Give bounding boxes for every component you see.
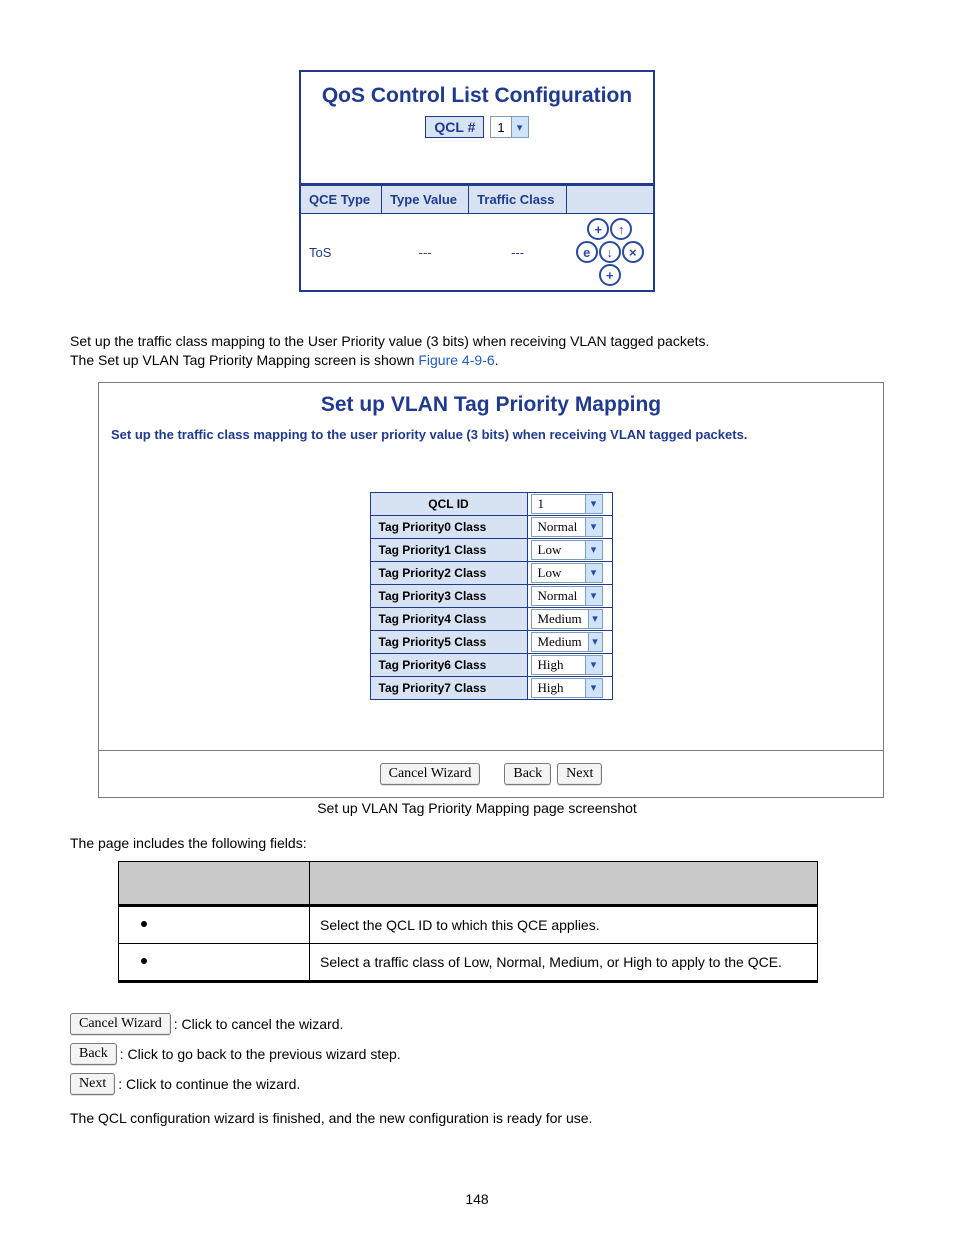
tag-priority5-label: Tag Priority5 Class	[370, 630, 527, 653]
field-description: Select the QCL ID to which this QCE appl…	[310, 905, 818, 943]
cell-traffic-class: ---	[469, 214, 567, 291]
move-up-icon[interactable]	[610, 218, 632, 240]
chevron-down-icon: ▾	[585, 564, 602, 582]
vlan-priority-panel: Set up VLAN Tag Priority Mapping Set up …	[98, 382, 884, 798]
qcl-number-value: 1	[491, 120, 510, 135]
priority-table: QCL ID 1 ▾ Tag Priority0 ClassNormal▾ Ta…	[370, 492, 613, 700]
col-traffic-class: Traffic Class	[469, 186, 567, 214]
back-desc: : Click to go back to the previous wizar…	[120, 1046, 401, 1062]
tag-priority3-label: Tag Priority3 Class	[370, 584, 527, 607]
next-button[interactable]: Next	[70, 1073, 115, 1095]
qcl-id-select[interactable]: 1 ▾	[531, 494, 603, 514]
add-above-icon[interactable]	[587, 218, 609, 240]
back-button[interactable]: Back	[504, 763, 551, 785]
tag-priority2-label: Tag Priority2 Class	[370, 561, 527, 584]
tag-priority4-label: Tag Priority4 Class	[370, 607, 527, 630]
tag-priority6-select[interactable]: High ▾	[531, 655, 603, 675]
tag-priority4-select[interactable]: Medium▾	[531, 609, 603, 629]
cell-qce-type: ToS	[301, 214, 382, 291]
vlan-caption: Set up VLAN Tag Priority Mapping page sc…	[70, 800, 884, 816]
fields-intro: The page includes the following fields:	[70, 834, 884, 853]
tag-priority6-label: Tag Priority6 Class	[370, 653, 527, 676]
col-type-value: Type Value	[382, 186, 469, 214]
tag-priority2-select[interactable]: Low ▾	[531, 563, 603, 583]
vlan-title: Set up VLAN Tag Priority Mapping	[111, 393, 871, 417]
qcl-number-select[interactable]: 1 ▾	[490, 116, 528, 138]
tag-priority0-select[interactable]: Normal▾	[531, 517, 603, 537]
intro-line2b: .	[495, 352, 499, 368]
col-qce-type: QCE Type	[301, 186, 382, 214]
next-button[interactable]: Next	[557, 763, 602, 785]
tag-priority5-value: Medium	[532, 634, 588, 650]
intro-line1: Set up the traffic class mapping to the …	[70, 332, 884, 351]
field-description: Select a traffic class of Low, Normal, M…	[310, 943, 818, 981]
edit-icon[interactable]	[576, 241, 598, 263]
qcl-id-label: QCL ID	[370, 492, 527, 515]
tag-priority7-select[interactable]: High ▾	[531, 678, 603, 698]
chevron-down-icon: ▾	[588, 610, 602, 628]
closing-text: The QCL configuration wizard is finished…	[70, 1109, 884, 1128]
field-object	[119, 905, 310, 943]
chevron-down-icon: ▾	[585, 587, 602, 605]
chevron-down-icon: ▾	[511, 117, 528, 137]
chevron-down-icon: ▾	[585, 679, 602, 697]
cancel-wizard-button[interactable]: Cancel Wizard	[380, 763, 481, 785]
vlan-subtitle: Set up the traffic class mapping to the …	[111, 427, 871, 442]
figure-link[interactable]: Figure 4-9-6	[418, 352, 494, 368]
cancel-desc: : Click to cancel the wizard.	[174, 1016, 344, 1032]
chevron-down-icon: ▾	[588, 633, 602, 651]
tag-priority0-value: Normal	[532, 519, 584, 535]
tag-priority6-value: High	[532, 657, 570, 673]
tag-priority3-select[interactable]: Normal▾	[531, 586, 603, 606]
move-down-icon[interactable]	[599, 241, 621, 263]
qos-title: QoS Control List Configuration	[301, 72, 653, 116]
tag-priority1-value: Low	[532, 542, 568, 558]
next-desc: : Click to continue the wizard.	[118, 1076, 300, 1092]
tag-priority3-value: Normal	[532, 588, 584, 604]
add-below-icon[interactable]	[599, 264, 621, 286]
page-number: 148	[0, 1191, 954, 1207]
qce-table: QCE Type Type Value Traffic Class ToS --…	[301, 185, 653, 290]
intro-text: Set up the traffic class mapping to the …	[70, 332, 884, 370]
chevron-down-icon: ▾	[585, 656, 602, 674]
tag-priority1-select[interactable]: Low ▾	[531, 540, 603, 560]
delete-icon[interactable]	[622, 241, 644, 263]
fields-table: Select the QCL ID to which this QCE appl…	[118, 861, 818, 983]
tag-priority1-label: Tag Priority1 Class	[370, 538, 527, 561]
intro-line2a: The Set up VLAN Tag Priority Mapping scr…	[70, 352, 418, 368]
cancel-wizard-button[interactable]: Cancel Wizard	[70, 1013, 171, 1035]
row-actions	[573, 218, 648, 286]
back-button[interactable]: Back	[70, 1043, 117, 1065]
chevron-down-icon: ▾	[585, 518, 602, 536]
field-object	[119, 943, 310, 981]
tag-priority7-value: High	[532, 680, 570, 696]
tag-priority7-label: Tag Priority7 Class	[370, 676, 527, 699]
qcl-id-value: 1	[532, 496, 551, 512]
tag-priority2-value: Low	[532, 565, 568, 581]
cell-type-value: ---	[382, 214, 469, 291]
qos-config-panel: QoS Control List Configuration QCL # 1 ▾…	[299, 70, 655, 292]
chevron-down-icon: ▾	[585, 541, 602, 559]
tag-priority5-select[interactable]: Medium▾	[531, 632, 603, 652]
qcl-number-label: QCL #	[425, 116, 484, 138]
tag-priority0-label: Tag Priority0 Class	[370, 515, 527, 538]
chevron-down-icon: ▾	[585, 495, 602, 513]
tag-priority4-value: Medium	[532, 611, 588, 627]
